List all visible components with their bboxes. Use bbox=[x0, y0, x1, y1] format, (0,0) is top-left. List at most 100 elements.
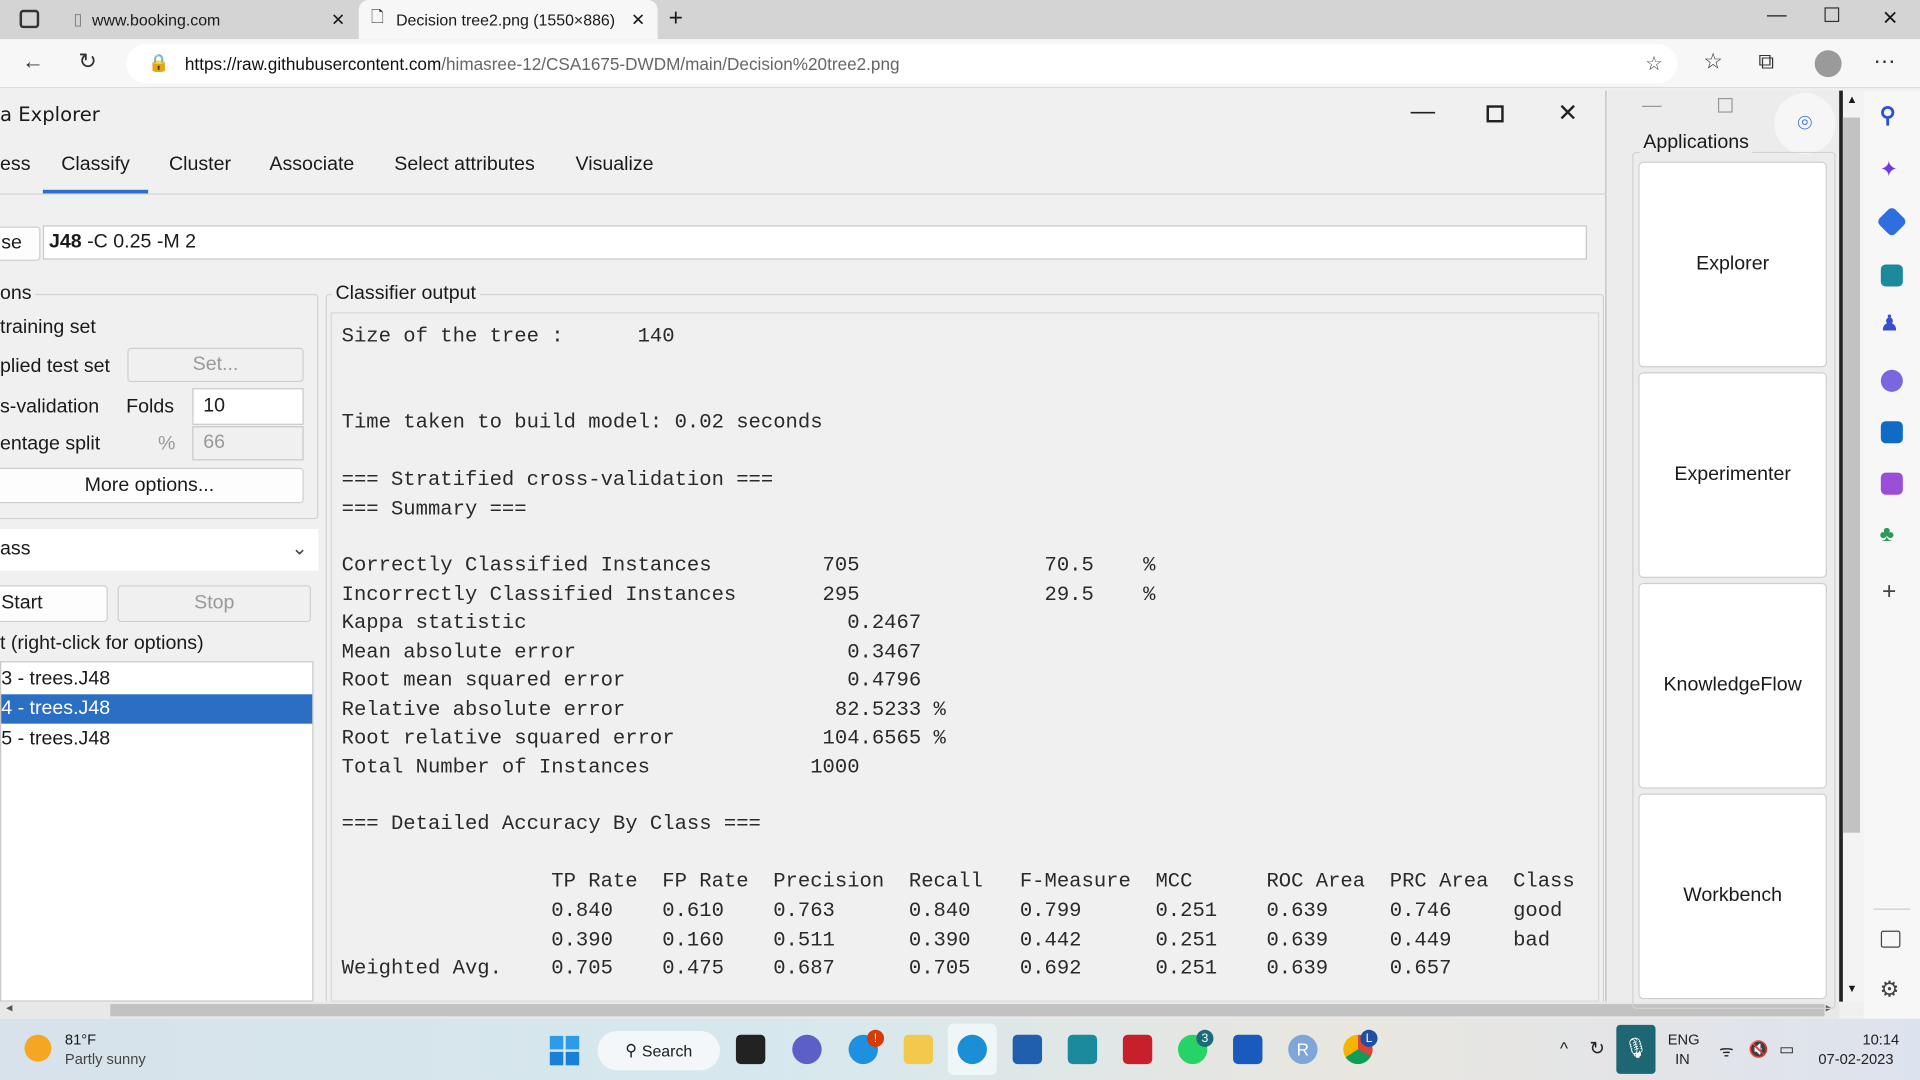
tab-preprocess[interactable]: ess bbox=[0, 154, 30, 176]
address-bar[interactable]: 🔒 https://raw.githubusercontent.com/hima… bbox=[126, 44, 1678, 84]
wifi-icon[interactable]: ᯤ bbox=[1719, 1040, 1734, 1062]
refresh-icon[interactable]: ↻ bbox=[78, 49, 96, 75]
r-icon[interactable]: R bbox=[1288, 1034, 1318, 1065]
percentage-split-radio[interactable]: entage split bbox=[0, 433, 100, 455]
collections-icon[interactable]: ⧉ bbox=[1758, 49, 1774, 75]
cell: bad bbox=[1513, 928, 1551, 953]
edge-icon[interactable] bbox=[957, 1034, 987, 1065]
favorites-icon[interactable]: ☆ bbox=[1703, 49, 1723, 75]
class-select[interactable]: ass ⌄ bbox=[0, 528, 319, 571]
add-icon[interactable]: + bbox=[1882, 578, 1896, 606]
more-menu-icon[interactable]: ⋯ bbox=[1873, 49, 1895, 75]
sync-icon[interactable]: ↻ bbox=[1589, 1037, 1604, 1059]
shopping-icon[interactable] bbox=[1876, 206, 1908, 238]
favorite-add-icon[interactable]: ☆ bbox=[1645, 51, 1663, 75]
stat-value: 82.5233 % bbox=[834, 698, 946, 722]
cell: 0.705 bbox=[551, 957, 613, 981]
classifier-field[interactable]: J48 -C 0.25 -M 2 bbox=[42, 225, 1587, 260]
classifier-output-text[interactable]: Size of the tree : 140 Time taken to bui… bbox=[330, 312, 1600, 1002]
settings-icon[interactable]: ⚙ bbox=[1880, 977, 1900, 1003]
set-button[interactable]: Set... bbox=[127, 347, 304, 383]
image-creator-icon[interactable] bbox=[1880, 472, 1903, 495]
back-icon[interactable]: ← bbox=[22, 49, 44, 75]
clock-date[interactable]: 07-02-2023 bbox=[1818, 1051, 1893, 1068]
close-window-icon[interactable]: ✕ bbox=[1882, 6, 1898, 30]
tab-booking[interactable]: ▯ www.booking.com ✕ bbox=[64, 0, 358, 39]
tab-associate[interactable]: Associate bbox=[269, 154, 354, 176]
tree-size-line: Size of the tree : 140 bbox=[341, 325, 675, 349]
more-options-button[interactable]: More options... bbox=[0, 467, 304, 504]
minimize-icon[interactable]: — bbox=[1767, 5, 1787, 27]
cross-validation-radio[interactable]: s-validation bbox=[0, 397, 99, 419]
search-icon[interactable]: ⚲ bbox=[1880, 103, 1896, 129]
knowledgeflow-button[interactable]: KnowledgeFlow bbox=[1638, 582, 1827, 789]
column-header: Class bbox=[1513, 870, 1575, 894]
restore-icon[interactable] bbox=[1717, 97, 1733, 113]
result-item[interactable]: 5 - trees.J48 bbox=[1, 725, 312, 754]
lock-icon: 🔒 bbox=[148, 52, 170, 73]
scroll-up-icon[interactable]: ▲ bbox=[1847, 93, 1858, 105]
word-icon[interactable] bbox=[1233, 1034, 1263, 1065]
tab-decision-tree[interactable]: 🗋 Decision tree2.png (1550×886) ✕ bbox=[358, 0, 658, 40]
scroll-down-icon[interactable]: ▼ bbox=[1847, 982, 1858, 994]
copilot-icon[interactable]: ✦ bbox=[1880, 157, 1898, 183]
explorer-button[interactable]: Explorer bbox=[1638, 161, 1827, 368]
weather-temp[interactable]: 81°F bbox=[65, 1031, 96, 1048]
taskbar-search[interactable]: ⚲ Search bbox=[597, 1031, 721, 1071]
visual-search-icon[interactable]: ⌾ bbox=[1774, 93, 1836, 155]
tab-select-attributes[interactable]: Select attributes bbox=[394, 154, 534, 176]
new-tab-icon[interactable]: + bbox=[669, 5, 683, 33]
microphone-icon[interactable]: 🎙 bbox=[1616, 1024, 1656, 1074]
vertical-scroll-thumb[interactable] bbox=[1842, 117, 1861, 833]
maximize-icon[interactable] bbox=[1486, 105, 1504, 123]
experimenter-button[interactable]: Experimenter bbox=[1638, 372, 1827, 578]
restore-icon[interactable] bbox=[1824, 7, 1840, 23]
show-hidden-icons[interactable]: ^ bbox=[1560, 1038, 1568, 1058]
profile-avatar[interactable] bbox=[1814, 50, 1842, 78]
tools-icon[interactable] bbox=[1880, 264, 1903, 287]
sidebar-toggle-icon[interactable] bbox=[1880, 930, 1901, 948]
percent-input[interactable]: 66 bbox=[192, 426, 304, 461]
tab-classify[interactable]: Classify bbox=[61, 154, 130, 176]
microsoft365-icon[interactable] bbox=[1880, 369, 1903, 392]
tree-icon[interactable]: ♣ bbox=[1880, 522, 1894, 548]
outlook-icon[interactable] bbox=[1880, 421, 1903, 444]
result-item[interactable]: 3 - trees.J48 bbox=[1, 665, 312, 694]
mcafee-icon[interactable] bbox=[1122, 1034, 1153, 1065]
supplied-test-set-radio[interactable]: plied test set bbox=[0, 356, 110, 378]
close-tab-icon[interactable]: ✕ bbox=[331, 9, 345, 30]
clock-time[interactable]: 10:14 bbox=[1862, 1031, 1899, 1048]
muted-speaker-icon[interactable]: 🔇 bbox=[1749, 1040, 1769, 1060]
region[interactable]: IN bbox=[1675, 1051, 1690, 1068]
app-icon[interactable] bbox=[1067, 1034, 1098, 1065]
games-icon[interactable]: ♟ bbox=[1880, 311, 1900, 337]
tab-actions-icon[interactable] bbox=[19, 9, 40, 29]
language[interactable]: ENG bbox=[1668, 1031, 1700, 1048]
cell: 0.705 bbox=[908, 957, 971, 981]
result-item-selected[interactable]: 4 - trees.J48 bbox=[1, 694, 313, 724]
folds-input[interactable]: 10 bbox=[192, 388, 304, 425]
weather-icon[interactable] bbox=[24, 1034, 52, 1062]
file-explorer-icon[interactable] bbox=[903, 1034, 934, 1065]
horizontal-scroll-thumb[interactable] bbox=[110, 1004, 1825, 1017]
choose-button[interactable]: se bbox=[0, 226, 41, 261]
close-icon[interactable]: ✕ bbox=[1558, 98, 1579, 129]
minimize-icon[interactable]: — bbox=[1642, 96, 1662, 118]
close-tab-icon[interactable]: ✕ bbox=[631, 9, 645, 30]
scroll-left-icon[interactable]: ◂ bbox=[6, 1002, 12, 1015]
stop-button[interactable]: Stop bbox=[117, 585, 312, 623]
workbench-button[interactable]: Workbench bbox=[1638, 793, 1827, 1000]
tab-cluster[interactable]: Cluster bbox=[169, 154, 231, 176]
weather-desc[interactable]: Partly sunny bbox=[65, 1051, 146, 1068]
cell: 0.840 bbox=[908, 900, 971, 924]
minimize-icon[interactable]: — bbox=[1411, 98, 1435, 126]
teams-icon[interactable] bbox=[792, 1034, 822, 1065]
start-button[interactable]: Start bbox=[0, 585, 108, 623]
store-icon[interactable] bbox=[1012, 1034, 1043, 1065]
task-view-icon[interactable] bbox=[735, 1034, 766, 1065]
start-menu-icon[interactable] bbox=[549, 1035, 580, 1066]
battery-icon[interactable]: ▭ bbox=[1779, 1040, 1794, 1060]
stat-value: 1000 bbox=[810, 756, 860, 780]
tab-visualize[interactable]: Visualize bbox=[576, 154, 654, 176]
use-training-set-radio[interactable]: training set bbox=[0, 317, 96, 339]
